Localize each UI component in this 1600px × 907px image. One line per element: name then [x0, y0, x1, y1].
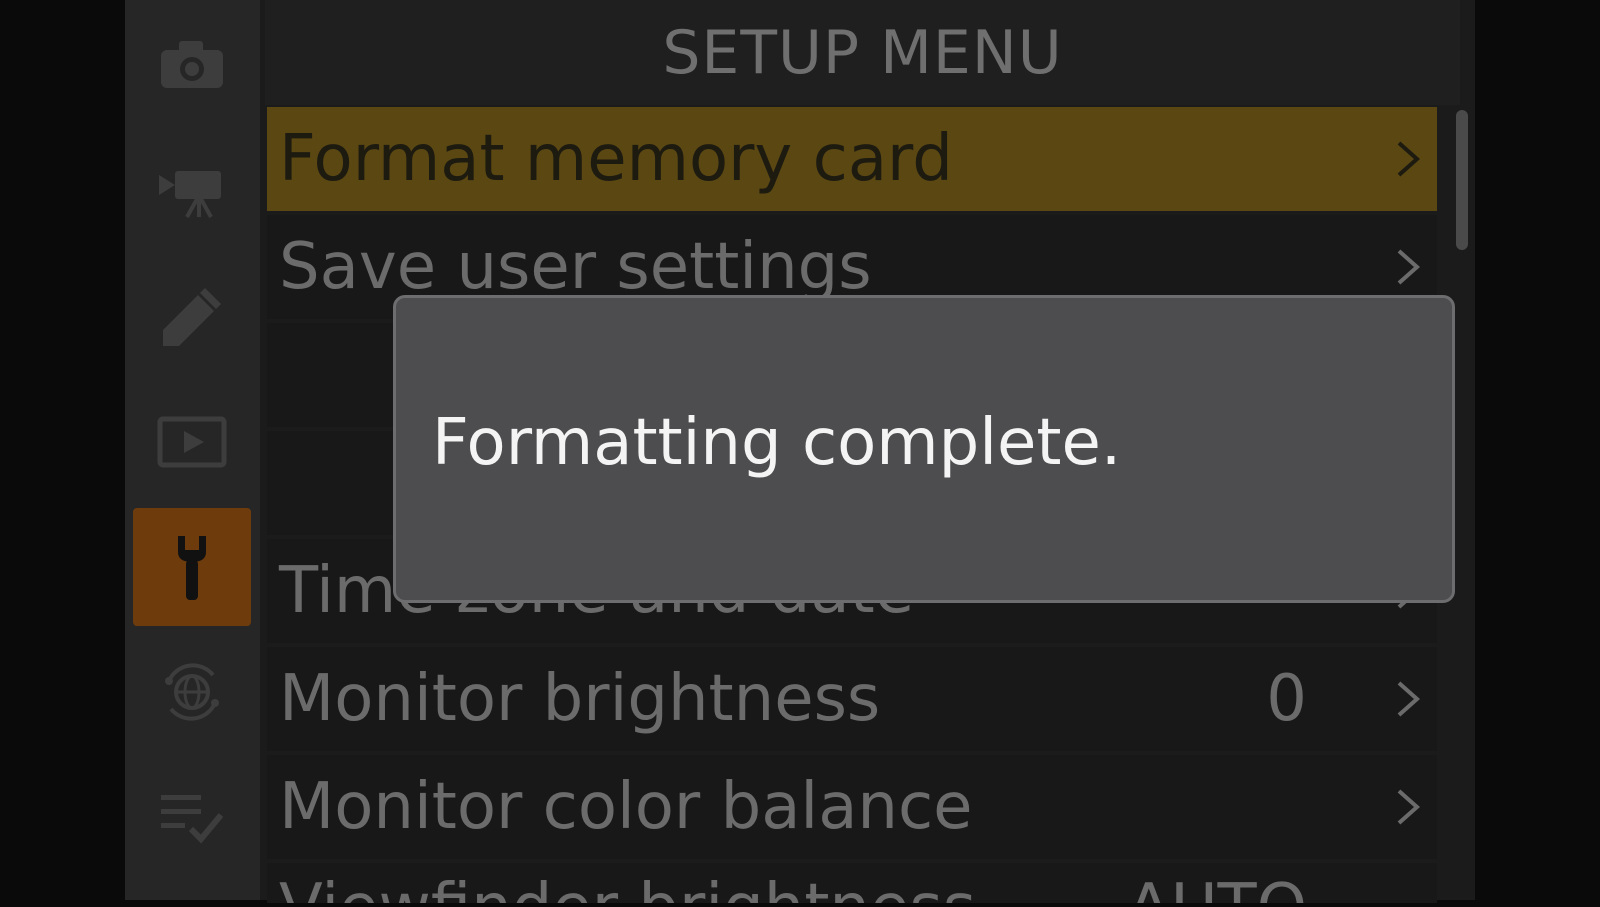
menu-item-value: AUTO	[1127, 871, 1307, 903]
tab-my-menu[interactable]	[133, 758, 251, 876]
menu-item-label: Viewfinder brightness	[279, 871, 976, 903]
menu-tab-rail	[125, 0, 260, 900]
menu-item-format-memory-card[interactable]: Format memory card	[267, 107, 1437, 211]
dialog-message: Formatting complete.	[432, 406, 1122, 480]
my-menu-icon	[161, 795, 224, 844]
tab-movie-shooting[interactable]	[133, 130, 251, 248]
menu-scrollbar[interactable]	[1456, 110, 1468, 250]
tab-network[interactable]	[133, 633, 251, 751]
pencil-icon	[163, 288, 221, 346]
camera-icon	[161, 41, 223, 88]
menu-item-monitor-color-balance[interactable]: Monitor color balance	[267, 755, 1437, 859]
formatting-complete-dialog: Formatting complete.	[393, 295, 1455, 603]
menu-item-label: Format memory card	[279, 122, 953, 196]
chevron-right-icon	[1397, 681, 1421, 717]
playback-icon	[157, 416, 227, 468]
menu-item-label: Monitor brightness	[279, 662, 881, 736]
menu-item-viewfinder-brightness[interactable]: Viewfinder brightness AUTO	[267, 863, 1437, 903]
page-title: SETUP MENU	[265, 0, 1460, 105]
wrench-icon	[178, 536, 206, 600]
network-globe-icon	[165, 663, 219, 721]
menu-item-monitor-brightness[interactable]: Monitor brightness 0	[267, 647, 1437, 751]
chevron-right-icon	[1397, 249, 1421, 285]
chevron-right-icon	[1397, 789, 1421, 825]
movie-camera-icon	[159, 171, 221, 218]
camera-screen: SETUP MENU Format memory card Save user …	[125, 0, 1475, 903]
menu-item-value: 0	[1266, 662, 1307, 736]
tab-playback[interactable]	[133, 383, 251, 501]
tab-custom-settings[interactable]	[133, 258, 251, 376]
chevron-right-icon	[1397, 141, 1421, 177]
tab-setup[interactable]	[133, 508, 251, 626]
tab-photo-shooting[interactable]	[133, 5, 251, 123]
menu-item-label: Monitor color balance	[279, 770, 973, 844]
menu-item-label: Save user settings	[279, 230, 872, 304]
